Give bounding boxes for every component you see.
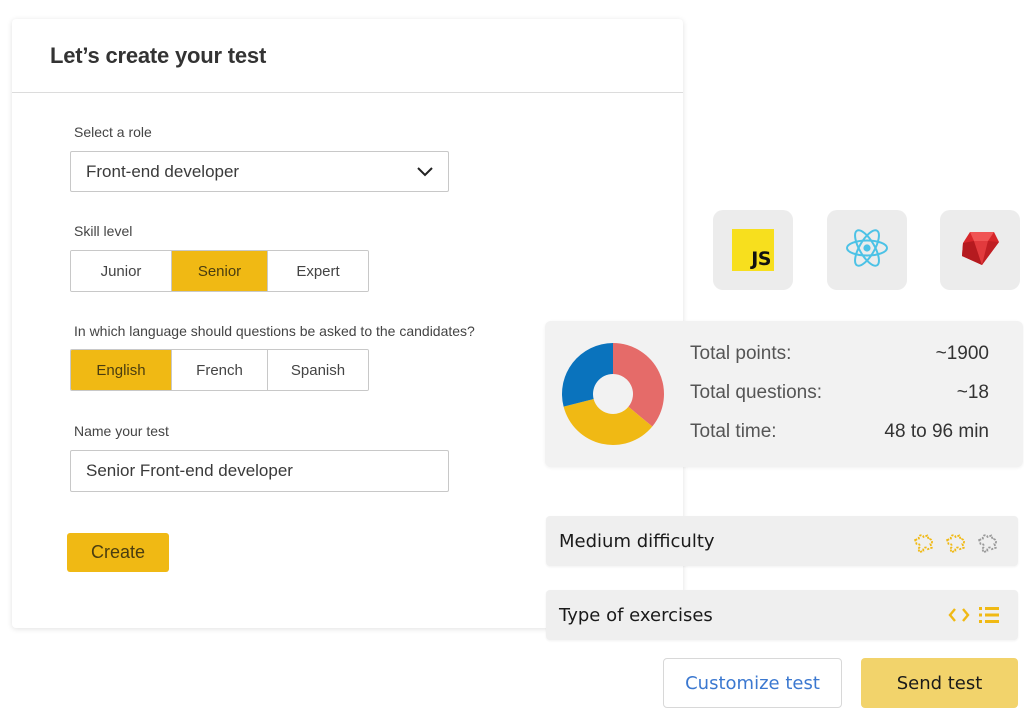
skill-option-senior[interactable]: Senior — [172, 251, 268, 291]
difficulty-bar: Medium difficulty — [546, 516, 1018, 566]
stat-label: Total questions: — [690, 382, 823, 403]
stat-value: 48 to 96 min — [884, 421, 989, 442]
create-button[interactable]: Create — [67, 533, 169, 572]
exercise-types-bar: Type of exercises — [546, 590, 1018, 640]
skill-level-label: Skill level — [74, 223, 133, 239]
stat-row-points: Total points: ~1900 — [690, 343, 989, 365]
language-option-english[interactable]: English — [71, 350, 172, 390]
stat-label: Total time: — [690, 421, 777, 442]
stat-value: ~1900 — [935, 343, 989, 364]
stat-value: ~18 — [956, 382, 989, 403]
page-title: Let’s create your test — [50, 42, 267, 68]
list-icon — [978, 605, 1000, 625]
role-label: Select a role — [74, 124, 152, 140]
tech-tile-ruby[interactable] — [940, 210, 1020, 290]
role-select-value: Front-end developer — [86, 161, 240, 181]
puzzle-icon-inactive — [976, 529, 1000, 553]
language-option-spanish[interactable]: Spanish — [268, 350, 368, 390]
chevron-down-icon — [416, 166, 434, 178]
card-header: Let’s create your test — [12, 19, 683, 93]
test-name-label: Name your test — [74, 423, 169, 439]
skill-option-junior[interactable]: Junior — [71, 251, 172, 291]
language-label: In which language should questions be as… — [74, 323, 475, 339]
javascript-icon: JS — [732, 229, 774, 271]
stat-row-questions: Total questions: ~18 — [690, 382, 989, 404]
code-icon — [948, 606, 970, 624]
role-select[interactable]: Front-end developer — [70, 151, 449, 192]
tech-tile-react[interactable] — [827, 210, 907, 290]
stat-label: Total points: — [690, 343, 792, 364]
difficulty-label: Medium difficulty — [559, 530, 715, 552]
stat-row-time: Total time: 48 to 96 min — [690, 421, 989, 443]
test-name-input[interactable] — [70, 450, 449, 492]
react-icon — [845, 228, 889, 273]
skill-level-toggle: Junior Senior Expert — [70, 250, 369, 292]
exercise-type-icons — [948, 605, 1000, 625]
customize-test-button[interactable]: Customize test — [663, 658, 842, 708]
skill-option-expert[interactable]: Expert — [268, 251, 368, 291]
language-toggle: English French Spanish — [70, 349, 369, 391]
exercise-types-label: Type of exercises — [559, 604, 713, 626]
composition-donut-chart — [562, 343, 664, 445]
donut-slice-segment-blue — [562, 343, 613, 407]
language-option-french[interactable]: French — [172, 350, 268, 390]
ruby-icon — [960, 229, 1000, 272]
difficulty-rating — [912, 529, 1000, 553]
tech-tile-javascript[interactable]: JS — [713, 210, 793, 290]
send-test-button[interactable]: Send test — [861, 658, 1018, 708]
test-stats-panel: Total points: ~1900 Total questions: ~18… — [545, 321, 1023, 467]
puzzle-icon-active — [912, 529, 936, 553]
puzzle-icon-active — [944, 529, 968, 553]
